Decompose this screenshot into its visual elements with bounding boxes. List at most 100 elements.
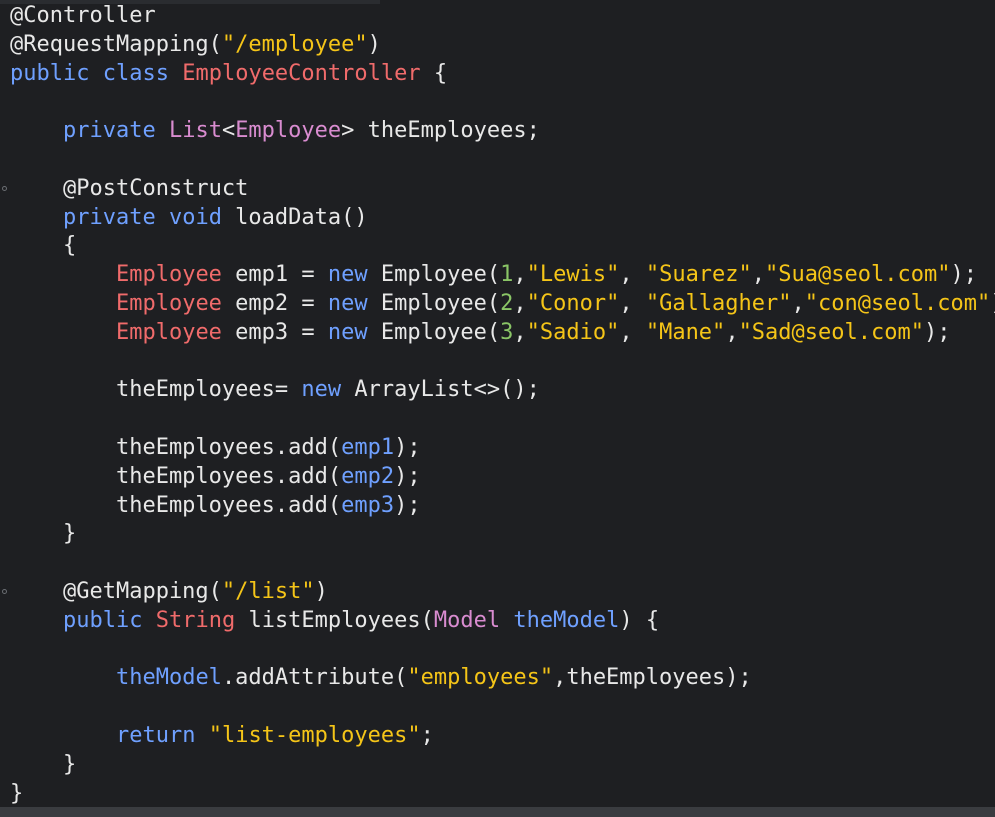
code-token: theEmployees.add( [10,492,342,518]
code-line[interactable]: Employee emp2 = new Employee(2,"Conor", … [0,290,995,319]
code-line[interactable]: @GetMapping("/list") [0,578,995,607]
code-token: ); [924,319,951,345]
code-token: ,theEmployees); [553,665,752,691]
code-line[interactable]: } [0,520,995,549]
code-line[interactable] [0,549,995,578]
code-token: , [751,262,766,288]
code-line[interactable]: theEmployees.add(emp3); [0,492,995,521]
code-line[interactable]: return "list-employees"; [0,722,995,751]
code-line[interactable]: private void loadData() [0,204,995,233]
code-token: emp3 = [221,319,328,345]
code-line[interactable]: public String listEmployees(Model theMod… [0,607,995,636]
code-token: @PostConstruct [10,175,249,201]
code-token: new [327,262,368,288]
code-token: void [168,204,222,230]
code-token: emp1 [341,434,395,460]
code-area[interactable]: @Controller @RequestMapping("/employee") p… [0,2,995,808]
code-line[interactable]: } [0,780,995,809]
code-line[interactable]: theEmployees= new ArrayList<>(); [0,376,995,405]
code-token: String [155,607,236,633]
code-token: theEmployees.add( [10,463,342,489]
code-line[interactable]: private List<Employee> theEmployees; [0,117,995,146]
code-line[interactable]: @PostConstruct [0,175,995,204]
code-token: EmployeeController [182,60,421,86]
code-token: "Conor" [526,290,620,316]
code-token: @RequestMapping( [10,31,222,57]
code-line[interactable]: @Controller [0,2,995,31]
code-token: ; [420,722,434,748]
code-line[interactable]: public class EmployeeController { [0,60,995,89]
code-token: , [513,262,527,288]
code-token: Employee [115,319,222,345]
code-token: Employee( [367,319,501,345]
horizontal-scrollbar[interactable] [0,807,995,817]
code-token: "Suarez" [645,262,752,288]
code-token: @Controller [10,3,156,28]
code-line[interactable] [0,693,995,722]
code-token: "Sadio" [526,319,620,345]
fold-circle-icon[interactable] [2,588,7,594]
code-token: "Lewis" [526,262,620,288]
code-token: Employee [115,262,222,288]
code-token: "employees" [407,665,554,691]
code-token: , [725,319,739,345]
code-token: List [168,118,222,144]
code-editor[interactable]: @Controller @RequestMapping("/employee") p… [0,0,995,817]
code-token: ) [314,578,328,604]
code-line[interactable]: @RequestMapping("/employee") [0,31,995,60]
code-token: } [10,521,77,547]
code-line[interactable] [0,348,995,377]
code-token: theEmployees= [10,377,302,403]
code-token: ); [394,434,421,460]
code-token: private [62,204,156,230]
code-token: "/list" [221,578,315,604]
code-token: private [62,118,156,144]
code-token: "Gallagher" [645,290,792,316]
code-token: , [619,262,646,288]
code-token: Employee( [367,290,501,316]
code-token: Employee [115,290,222,316]
code-line[interactable]: theEmployees.add(emp2); [0,463,995,492]
code-token: 2 [500,290,514,316]
code-token: new [301,377,342,403]
code-line[interactable]: Employee emp1 = new Employee(1,"Lewis", … [0,261,995,290]
code-line[interactable]: } [0,751,995,780]
code-token: public [62,607,143,633]
code-token: theEmployees.add( [10,434,342,460]
code-token: Employee [235,118,342,144]
code-token: new [327,319,368,345]
code-token: emp1 = [221,262,328,288]
fold-circle-icon[interactable] [2,185,7,191]
code-token: ArrayList<>(); [341,377,540,403]
code-line[interactable]: theModel.addAttribute("employees",theEmp… [0,664,995,693]
code-line[interactable]: { [0,232,995,261]
code-token: new [327,290,368,316]
code-token: theModel [115,665,222,691]
code-token: @GetMapping( [10,578,222,604]
code-token: ) { [619,607,660,633]
code-token: , [513,290,527,316]
code-token: emp2 = [221,290,328,316]
code-token: ); [394,463,421,489]
code-line[interactable] [0,405,995,434]
code-token: , [619,319,646,345]
code-token: { [420,60,448,86]
code-line[interactable]: Employee emp3 = new Employee(3,"Sadio", … [0,319,995,348]
code-token: ); [990,291,995,316]
code-line[interactable] [0,88,995,117]
code-token: theModel [513,607,620,633]
code-token: , [791,290,805,316]
code-line[interactable]: theEmployees.add(emp1); [0,434,995,463]
code-line[interactable] [0,146,995,175]
code-token: emp3 [341,492,395,518]
code-line[interactable] [0,636,995,665]
